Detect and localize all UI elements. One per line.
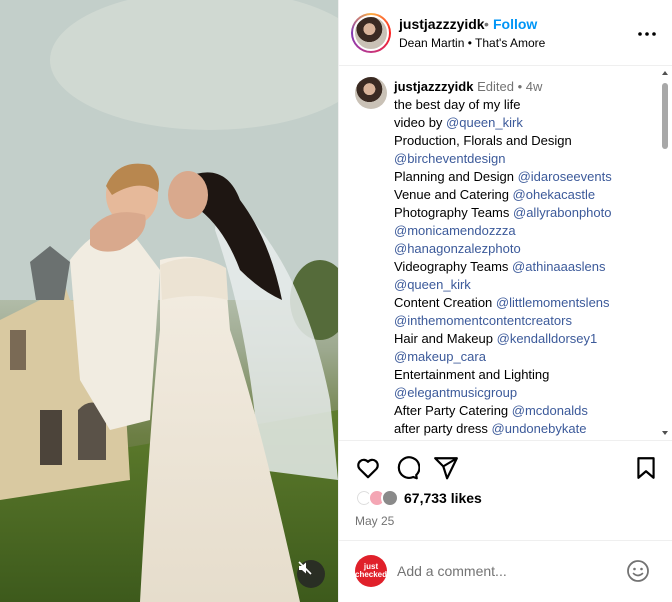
caption-line: After Party Catering @mcdonalds (394, 402, 654, 420)
bookmark-icon[interactable] (633, 455, 659, 481)
caption-line-text: the best day of my life (394, 97, 521, 112)
caption-line: the best day of my life (394, 96, 654, 114)
mention-link[interactable]: @hanagonzalezphoto (394, 241, 521, 256)
mute-toggle-button[interactable] (297, 560, 325, 588)
caption-line: @monicamendozzza (394, 222, 654, 240)
caption-lines: the best day of my life video by @queen_k… (394, 96, 654, 438)
post-sidebar: justjazzzyidk • Follow Dean Martin • Tha… (338, 0, 672, 602)
scroll-up-icon[interactable] (661, 69, 669, 77)
mention-link[interactable]: @undonebykate (492, 421, 587, 436)
mention-link[interactable]: @makeup_cara (394, 349, 486, 364)
mention-link[interactable]: @elegantmusicgroup (394, 385, 517, 400)
caption-scroll-area[interactable]: justjazzzyidk Edited • 4w the best day o… (339, 67, 672, 439)
send-icon[interactable] (433, 455, 459, 481)
caption-line: @inthemomentcontentcreators (394, 312, 654, 330)
caption-line-text: video by (394, 115, 447, 130)
heart-icon[interactable] (355, 455, 381, 481)
emoji-icon[interactable] (626, 559, 650, 583)
scroll-down-icon[interactable] (661, 429, 669, 437)
mention-link[interactable]: @idaroseevents (518, 169, 612, 184)
likes-count[interactable]: 67,733 likes (404, 490, 482, 506)
comment-input[interactable] (397, 559, 617, 583)
author-avatar[interactable] (351, 13, 391, 53)
caption-line: Content Creation @littlemomentslens (394, 294, 654, 312)
mention-link[interactable]: @monicamendozzza (394, 223, 516, 238)
caption-line-text: Content Creation (394, 295, 496, 310)
caption-line: @elegantmusicgroup (394, 384, 654, 402)
post-date[interactable]: May 25 (355, 514, 394, 528)
caption-username[interactable]: justjazzzyidk (394, 79, 473, 94)
caption-line: Production, Florals and Design (394, 132, 654, 150)
caption-line: Hair and Makeup @kendalldorsey1 (394, 330, 654, 348)
caption-line: Photography Teams @allyrabonphoto (394, 204, 654, 222)
comment-icon[interactable] (394, 455, 420, 481)
caption-line-text: after party dress (394, 421, 492, 436)
current-user-avatar: just checked (355, 555, 387, 587)
wedding-photo (0, 0, 338, 602)
caption-line-text: Venue and Catering (394, 187, 513, 202)
post-header: justjazzzyidk • Follow Dean Martin • Tha… (339, 0, 672, 66)
audio-track[interactable]: Dean Martin • That's Amore (399, 36, 545, 50)
mention-link[interactable]: @littlemomentslens (496, 295, 610, 310)
caption-line: @hanagonzalezphoto (394, 240, 654, 258)
caption-meta: Edited • 4w (477, 79, 543, 94)
caption-line-text: Videography Teams (394, 259, 513, 274)
avatar-image (353, 15, 389, 51)
caption-line-text: Hair and Makeup (394, 331, 497, 346)
caption-line: Planning and Design @idaroseevents (394, 168, 654, 186)
caption-line: Entertainment and Lighting (394, 366, 654, 384)
mention-link[interactable]: @bircheventdesign (394, 151, 505, 166)
post-video[interactable] (0, 0, 338, 602)
author-username[interactable]: justjazzzyidk (399, 16, 485, 32)
mention-link[interactable]: @queen_kirk (446, 115, 523, 130)
caption-author-avatar[interactable] (355, 77, 387, 109)
caption-line: Videography Teams @athinaaaslens (394, 258, 654, 276)
caption-line: Venue and Catering @ohekacastle (394, 186, 654, 204)
liker-avatar (381, 489, 399, 507)
separator-dot: • (484, 16, 489, 32)
follow-button[interactable]: Follow (493, 16, 537, 32)
caption-line: video by @queen_kirk (394, 114, 654, 132)
more-icon[interactable] (635, 22, 659, 46)
caption-scrollbar[interactable] (659, 67, 671, 439)
muted-speaker-icon (298, 561, 312, 575)
caption-line: @queen_kirk (394, 276, 654, 294)
mention-link[interactable]: @mcdonalds (512, 403, 588, 418)
caption-text: justjazzzyidk Edited • 4w the best day o… (394, 78, 654, 438)
caption-line-text: After Party Catering (394, 403, 512, 418)
mention-link[interactable]: @allyrabonphoto (513, 205, 611, 220)
action-bar: 67,733 likes May 25 (339, 440, 672, 540)
mention-link[interactable]: @kendalldorsey1 (497, 331, 598, 346)
mention-link[interactable]: @athinaaaslens (512, 259, 605, 274)
mention-link[interactable]: @inthemomentcontentcreators (394, 313, 572, 328)
scrollbar-thumb[interactable] (662, 83, 668, 149)
caption-line-text: Photography Teams (394, 205, 513, 220)
caption-line: @makeup_cara (394, 348, 654, 366)
caption-line-text: Planning and Design (394, 169, 518, 184)
caption-line: @bircheventdesign (394, 150, 654, 168)
likes-row[interactable]: 67,733 likes (355, 487, 482, 509)
comment-bar: just checked (339, 540, 672, 602)
mention-link[interactable]: @ohekacastle (513, 187, 596, 202)
mention-link[interactable]: @queen_kirk (394, 277, 471, 292)
caption-line-text: Entertainment and Lighting (394, 367, 550, 382)
caption-line-text: Production, Florals and Design (394, 133, 572, 148)
caption-line: after party dress @undonebykate (394, 420, 654, 438)
caption-header: justjazzzyidk Edited • 4w (394, 78, 654, 96)
